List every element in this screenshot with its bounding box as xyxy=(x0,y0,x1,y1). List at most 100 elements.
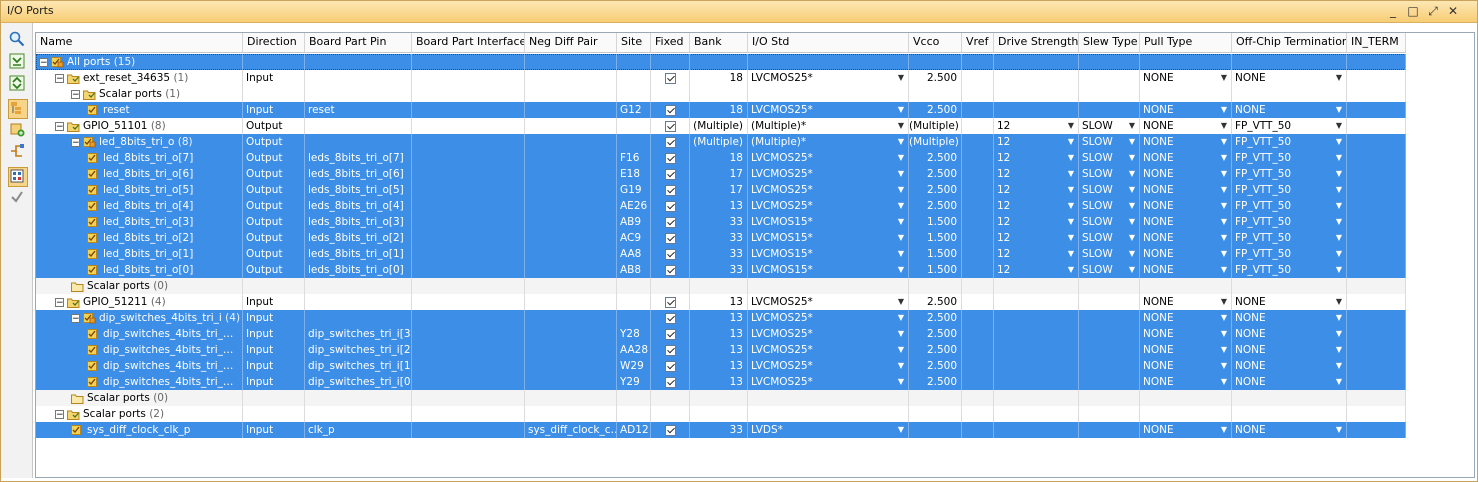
table-row[interactable]: − ext_reset_34635 (1) Input 18 LVCMOS25* ▼ 2.5… xyxy=(36,70,1406,86)
cell-fixed[interactable] xyxy=(651,294,690,310)
chevron-down-icon[interactable]: ▼ xyxy=(1068,134,1074,150)
fixed-checkbox[interactable] xyxy=(664,424,676,436)
cell-iostd[interactable]: LVCMOS25* ▼ xyxy=(748,150,909,166)
cell-iostd[interactable]: (Multiple)* ▼ xyxy=(748,118,909,134)
cell-slew[interactable]: SLOW ▼ xyxy=(1079,214,1140,230)
table-row[interactable]: dip_switches_4bits_tri_… Input dip_switche… xyxy=(36,326,1406,342)
expand-all-icon[interactable] xyxy=(9,75,27,93)
column-header-slew[interactable]: Slew Type xyxy=(1079,33,1140,53)
cell-slew[interactable]: SLOW ▼ xyxy=(1079,166,1140,182)
cell-term[interactable]: NONE ▼ xyxy=(1232,326,1347,342)
expand-toggle-icon[interactable]: − xyxy=(71,89,80,99)
cell-term[interactable]: NONE ▼ xyxy=(1232,294,1347,310)
cell-iostd[interactable]: LVCMOS25* ▼ xyxy=(748,166,909,182)
chevron-down-icon[interactable]: ▼ xyxy=(1221,326,1227,342)
table-row[interactable]: − Scalar ports (2) xyxy=(36,406,1406,422)
chevron-down-icon[interactable]: ▼ xyxy=(1129,246,1135,262)
chevron-down-icon[interactable]: ▼ xyxy=(898,358,904,374)
cell-fixed[interactable] xyxy=(651,118,690,134)
cell-slew[interactable]: SLOW ▼ xyxy=(1079,134,1140,150)
cell-pull[interactable]: NONE ▼ xyxy=(1140,262,1232,278)
minimize-icon[interactable]: _ xyxy=(1385,3,1401,19)
cell-pull[interactable]: NONE ▼ xyxy=(1140,358,1232,374)
table-row[interactable]: − GPIO_51211 (4) Input 13 LVCMOS25* ▼ 2.500 NON… xyxy=(36,294,1406,310)
chevron-down-icon[interactable]: ▼ xyxy=(1336,422,1342,438)
cell-fixed[interactable] xyxy=(651,86,690,102)
fixed-checkbox[interactable] xyxy=(664,104,676,116)
collapse-all-icon[interactable] xyxy=(9,53,27,71)
table-row[interactable]: led_8bits_tri_o[0] Output leds_8bits_tri_o… xyxy=(36,262,1406,278)
cell-term[interactable]: NONE ▼ xyxy=(1232,358,1347,374)
create-interface-icon[interactable] xyxy=(9,143,27,161)
chevron-down-icon[interactable]: ▼ xyxy=(1336,118,1342,134)
cell-term[interactable]: FP_VTT_50 ▼ xyxy=(1232,134,1347,150)
chevron-down-icon[interactable]: ▼ xyxy=(1068,182,1074,198)
cell-fixed[interactable] xyxy=(651,374,690,390)
table-row[interactable]: − GPIO_51101 (8) Output (Multiple) (Multiple… xyxy=(36,118,1406,134)
cell-term[interactable]: NONE ▼ xyxy=(1232,310,1347,326)
chevron-down-icon[interactable]: ▼ xyxy=(1221,310,1227,326)
chevron-down-icon[interactable]: ▼ xyxy=(1221,182,1227,198)
cell-fixed[interactable] xyxy=(651,422,690,438)
expand-toggle-icon[interactable]: − xyxy=(55,409,64,419)
chevron-down-icon[interactable]: ▼ xyxy=(1336,134,1342,150)
chevron-down-icon[interactable]: ▼ xyxy=(1336,166,1342,182)
cell-iostd[interactable]: LVCMOS15* ▼ xyxy=(748,262,909,278)
cell-pull[interactable]: NONE ▼ xyxy=(1140,326,1232,342)
chevron-down-icon[interactable]: ▼ xyxy=(1221,166,1227,182)
cell-pull[interactable]: NONE ▼ xyxy=(1140,214,1232,230)
chevron-down-icon[interactable]: ▼ xyxy=(1336,182,1342,198)
chevron-down-icon[interactable]: ▼ xyxy=(1068,118,1074,134)
table-row[interactable]: led_8bits_tri_o[5] Output leds_8bits_tri_o… xyxy=(36,182,1406,198)
cell-iostd[interactable]: LVCMOS25* ▼ xyxy=(748,358,909,374)
chevron-down-icon[interactable]: ▼ xyxy=(1129,182,1135,198)
chevron-down-icon[interactable]: ▼ xyxy=(1336,262,1342,278)
cell-slew[interactable]: SLOW ▼ xyxy=(1079,246,1140,262)
cell-pull[interactable]: NONE ▼ xyxy=(1140,150,1232,166)
chevron-down-icon[interactable]: ▼ xyxy=(898,262,904,278)
table-row[interactable]: − All ports (15) xyxy=(36,54,1406,70)
expand-toggle-icon[interactable]: − xyxy=(71,137,80,147)
chevron-down-icon[interactable]: ▼ xyxy=(1221,214,1227,230)
cell-drive[interactable]: 12 ▼ xyxy=(994,150,1079,166)
chevron-down-icon[interactable]: ▼ xyxy=(1336,214,1342,230)
cell-slew[interactable]: SLOW ▼ xyxy=(1079,118,1140,134)
cell-drive[interactable]: 12 ▼ xyxy=(994,182,1079,198)
cell-fixed[interactable] xyxy=(651,198,690,214)
cell-iostd[interactable]: LVCMOS25* ▼ xyxy=(748,326,909,342)
io-ports-table[interactable]: Name Direction Board Part Pin Board Part In… xyxy=(35,32,1475,478)
cell-drive[interactable]: 12 ▼ xyxy=(994,214,1079,230)
chevron-down-icon[interactable]: ▼ xyxy=(1129,150,1135,166)
table-row[interactable]: Scalar ports (0) xyxy=(36,278,1406,294)
expand-toggle-icon[interactable]: − xyxy=(71,313,80,323)
chevron-down-icon[interactable]: ▼ xyxy=(1221,198,1227,214)
column-header-vref[interactable]: Vref xyxy=(962,33,994,53)
cell-fixed[interactable] xyxy=(651,246,690,262)
cell-fixed[interactable] xyxy=(651,310,690,326)
cell-drive[interactable]: 12 ▼ xyxy=(994,118,1079,134)
restore-icon[interactable]: □ xyxy=(1405,3,1421,19)
window-titlebar[interactable]: I/O Ports _ □ ⤢ ✕ xyxy=(1,1,1477,23)
cell-term[interactable]: NONE ▼ xyxy=(1232,102,1347,118)
cell-iostd[interactable]: LVCMOS15* ▼ xyxy=(748,246,909,262)
table-row[interactable]: led_8bits_tri_o[3] Output leds_8bits_tri_o… xyxy=(36,214,1406,230)
cell-pull[interactable]: NONE ▼ xyxy=(1140,342,1232,358)
table-row[interactable]: dip_switches_4bits_tri_… Input dip_switche… xyxy=(36,374,1406,390)
chevron-down-icon[interactable]: ▼ xyxy=(1221,150,1227,166)
cell-pull[interactable]: NONE ▼ xyxy=(1140,70,1232,86)
cell-term[interactable]: FP_VTT_50 ▼ xyxy=(1232,166,1347,182)
expand-toggle-icon[interactable]: − xyxy=(55,73,64,83)
chevron-down-icon[interactable]: ▼ xyxy=(1221,294,1227,310)
cell-drive[interactable]: 12 ▼ xyxy=(994,166,1079,182)
cell-term[interactable]: FP_VTT_50 ▼ xyxy=(1232,118,1347,134)
cell-term[interactable]: NONE ▼ xyxy=(1232,342,1347,358)
chevron-down-icon[interactable]: ▼ xyxy=(1129,118,1135,134)
cell-iostd[interactable]: LVCMOS25* ▼ xyxy=(748,198,909,214)
chevron-down-icon[interactable]: ▼ xyxy=(1221,134,1227,150)
chevron-down-icon[interactable]: ▼ xyxy=(898,198,904,214)
column-header-bank[interactable]: Bank xyxy=(690,33,748,53)
cell-term[interactable]: NONE ▼ xyxy=(1232,70,1347,86)
cell-iostd[interactable]: LVCMOS25* ▼ xyxy=(748,102,909,118)
table-row[interactable]: dip_switches_4bits_tri_… Input dip_switche… xyxy=(36,358,1406,374)
cell-slew[interactable]: SLOW ▼ xyxy=(1079,182,1140,198)
